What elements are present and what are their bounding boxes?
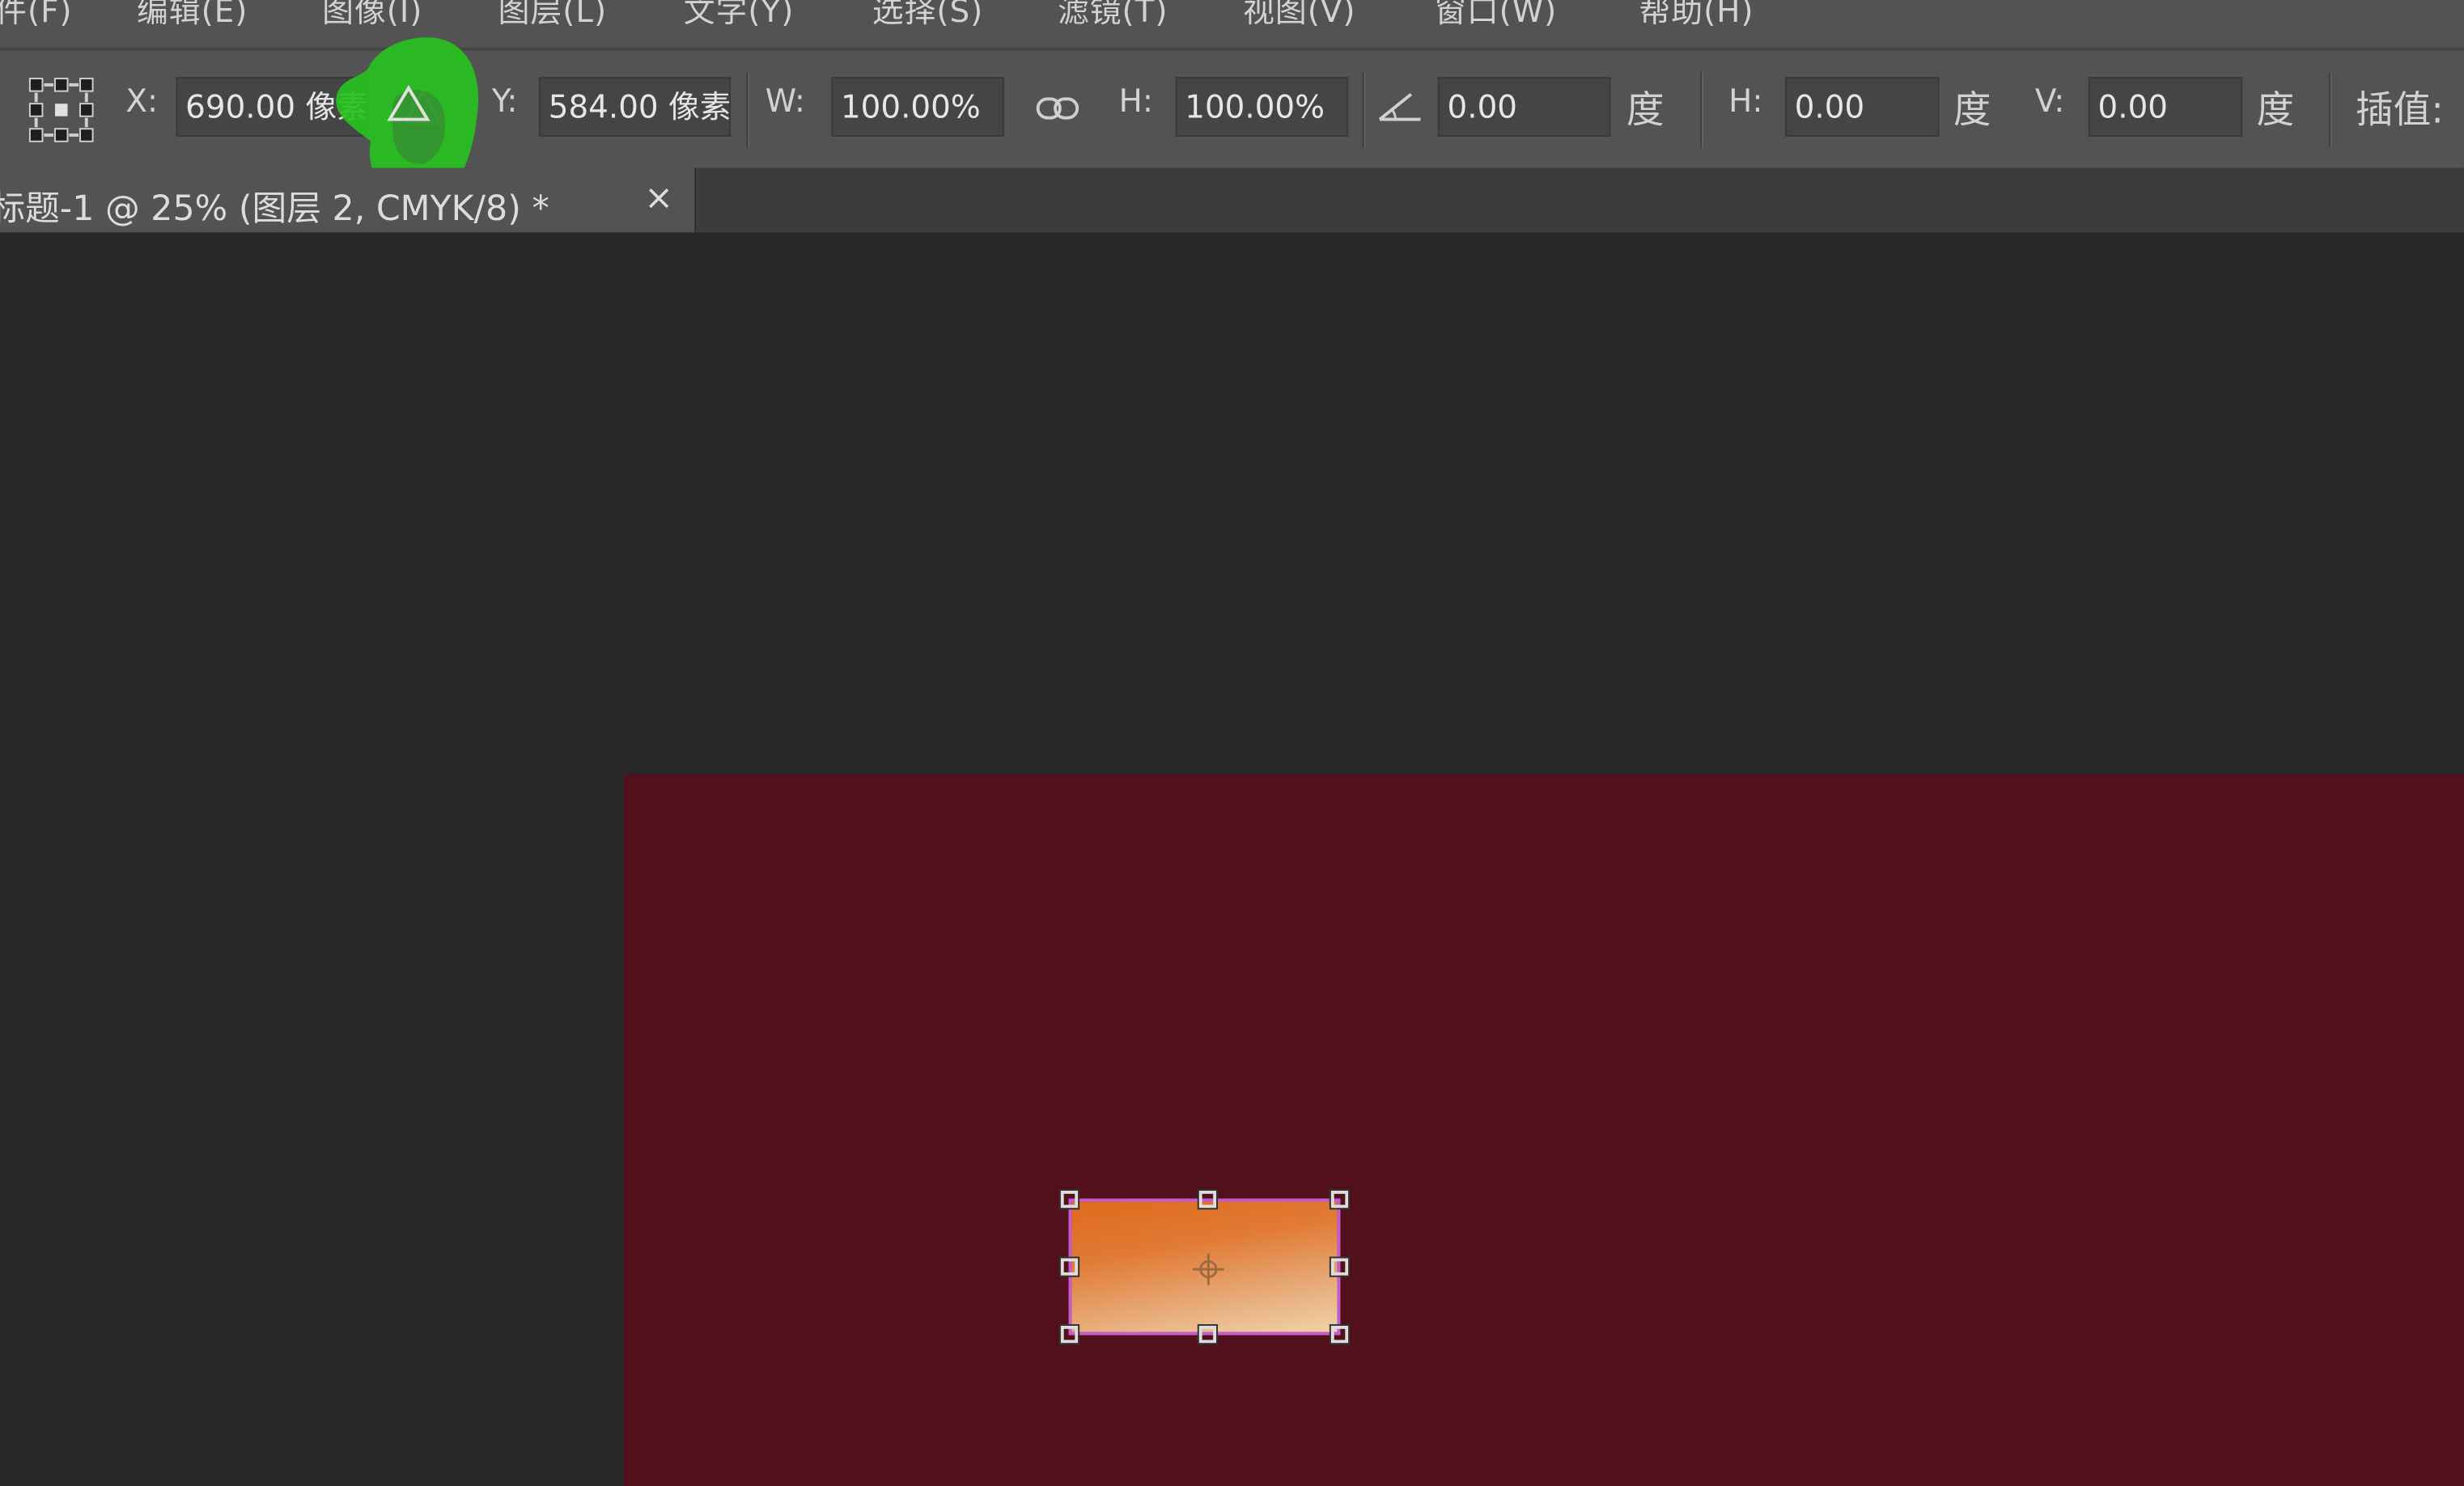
transform-handle-top[interactable]	[1197, 1188, 1219, 1210]
canvas-workspace[interactable]	[0, 232, 2464, 1486]
horizontal-skew-field[interactable]: 0.00	[1785, 77, 1940, 137]
close-icon[interactable]: ×	[644, 179, 673, 218]
y-position-field[interactable]: 584.00 像素	[539, 77, 732, 137]
transform-handle-top-left[interactable]	[1058, 1188, 1080, 1210]
menu-layer[interactable]: 图层(L)	[498, 0, 607, 32]
menu-filter[interactable]: 滤镜(T)	[1058, 0, 1168, 32]
menu-view[interactable]: 视图(V)	[1243, 0, 1355, 32]
menu-image[interactable]: 图像(I)	[322, 0, 422, 32]
transform-handle-right[interactable]	[1329, 1256, 1351, 1277]
reference-point-icon[interactable]	[28, 77, 95, 143]
document-tab[interactable]: 标题-1 @ 25% (图层 2, CMYK/8) * ×	[0, 167, 697, 233]
photoshop-window: 件(F) 编辑(E) 图像(I) 图层(L) 文字(Y) 选择(S) 滤镜(T)…	[0, 0, 2464, 1486]
document-canvas[interactable]	[623, 774, 2464, 1486]
document-tab-bar: 标题-1 @ 25% (图层 2, CMYK/8) * ×	[0, 167, 2464, 233]
transform-handle-bottom-right[interactable]	[1329, 1323, 1351, 1345]
menu-type[interactable]: 文字(Y)	[684, 0, 795, 32]
center-point-icon[interactable]	[1190, 1251, 1228, 1289]
h-skew-unit-label: 度	[1953, 87, 1991, 133]
h-skew-label: H:	[1728, 81, 1763, 120]
angle-icon	[1378, 92, 1421, 121]
document-tab-label: 标题-1 @ 25% (图层 2, CMYK/8) *	[0, 189, 549, 230]
divider	[1700, 72, 1704, 148]
width-field[interactable]: 100.00%	[831, 77, 1004, 137]
rotation-angle-field[interactable]: 0.00	[1437, 77, 1611, 137]
link-chain-icon[interactable]	[1036, 95, 1079, 123]
transform-handle-bottom[interactable]	[1197, 1323, 1219, 1345]
x-label: X:	[125, 81, 159, 120]
height-field[interactable]: 100.00%	[1175, 77, 1349, 137]
transform-handle-top-right[interactable]	[1329, 1188, 1351, 1210]
menu-window[interactable]: 窗口(W)	[1435, 0, 1557, 32]
divider	[2328, 72, 2332, 148]
transform-handle-bottom-left[interactable]	[1058, 1323, 1080, 1345]
interpolation-label: 插值:	[2355, 87, 2444, 133]
w-label: W:	[765, 81, 805, 120]
vertical-skew-field[interactable]: 0.00	[2088, 77, 2243, 137]
divider	[1362, 72, 1366, 148]
v-skew-unit-label: 度	[2256, 87, 2295, 133]
menu-file[interactable]: 件(F)	[0, 0, 73, 32]
menu-edit[interactable]: 编辑(E)	[137, 0, 248, 32]
angle-unit-label: 度	[1626, 87, 1665, 133]
h-label: H:	[1118, 81, 1153, 120]
menu-help[interactable]: 帮助(H)	[1639, 0, 1754, 32]
transform-handle-left[interactable]	[1058, 1256, 1080, 1277]
divider	[746, 72, 750, 148]
v-skew-label: V:	[2034, 81, 2065, 120]
menu-select[interactable]: 选择(S)	[872, 0, 984, 32]
